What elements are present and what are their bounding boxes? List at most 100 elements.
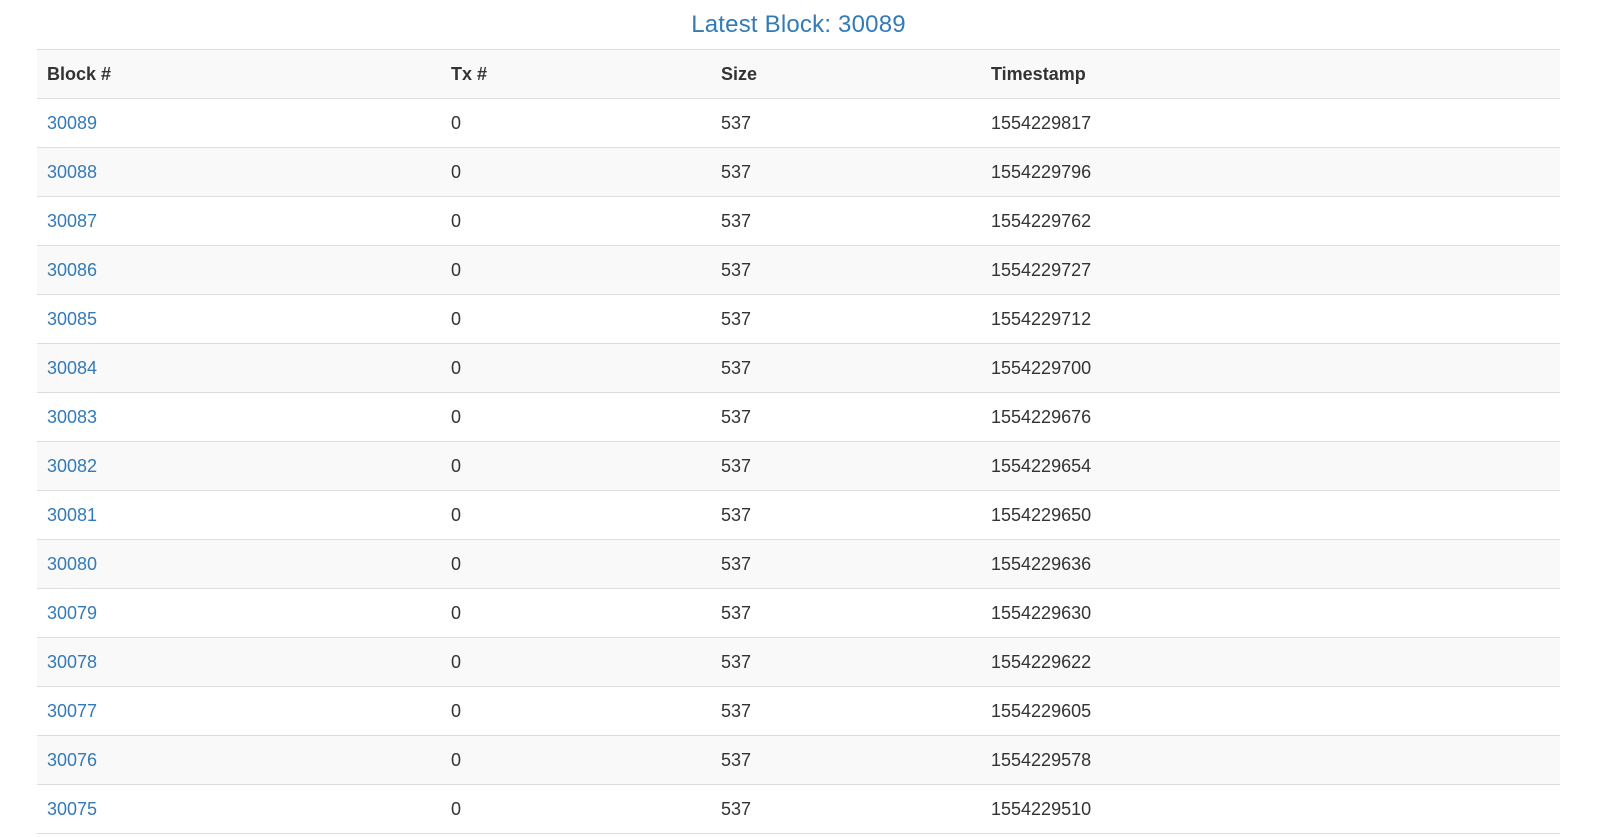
tx-count-cell: 0	[441, 392, 711, 442]
table-row: 30083 0 537 1554229676	[37, 392, 1560, 442]
timestamp-cell: 1554229654	[981, 441, 1560, 491]
table-row: 30089 0 537 1554229817	[37, 98, 1560, 148]
size-cell: 537	[711, 196, 981, 246]
timestamp-cell: 1554229727	[981, 245, 1560, 295]
timestamp-cell: 1554229605	[981, 686, 1560, 736]
table-body: 30089 0 537 1554229817 30088 0 537 1554229796 30…	[37, 98, 1560, 834]
block-link[interactable]: 30076	[47, 750, 97, 770]
block-link[interactable]: 30077	[47, 701, 97, 721]
timestamp-cell: 1554229817	[981, 98, 1560, 148]
block-link[interactable]: 30078	[47, 652, 97, 672]
block-number-cell: 30079	[37, 588, 441, 638]
column-header-tx: Tx #	[441, 49, 711, 99]
block-link[interactable]: 30089	[47, 113, 97, 133]
size-cell: 537	[711, 98, 981, 148]
tx-count-cell: 0	[441, 784, 711, 834]
table-row: 30084 0 537 1554229700	[37, 343, 1560, 393]
table-row: 30079 0 537 1554229630	[37, 588, 1560, 638]
table-row: 30080 0 537 1554229636	[37, 539, 1560, 589]
tx-count-cell: 0	[441, 245, 711, 295]
block-link[interactable]: 30087	[47, 211, 97, 231]
timestamp-cell: 1554229622	[981, 637, 1560, 687]
table-row: 30086 0 537 1554229727	[37, 245, 1560, 295]
table-row: 30088 0 537 1554229796	[37, 147, 1560, 197]
block-number-cell: 30089	[37, 98, 441, 148]
table-header: Block # Tx # Size Timestamp	[37, 49, 1560, 99]
timestamp-cell: 1554229578	[981, 735, 1560, 785]
block-link[interactable]: 30088	[47, 162, 97, 182]
tx-count-cell: 0	[441, 147, 711, 197]
tx-count-cell: 0	[441, 196, 711, 246]
block-number-cell: 30078	[37, 637, 441, 687]
tx-count-cell: 0	[441, 294, 711, 344]
block-link[interactable]: 30081	[47, 505, 97, 525]
timestamp-cell: 1554229712	[981, 294, 1560, 344]
block-number-cell: 30084	[37, 343, 441, 393]
size-cell: 537	[711, 588, 981, 638]
tx-count-cell: 0	[441, 686, 711, 736]
block-number-cell: 30085	[37, 294, 441, 344]
size-cell: 537	[711, 294, 981, 344]
tx-count-cell: 0	[441, 637, 711, 687]
block-explorer-page: Latest Block: 30089 Block # Tx # Size Ti…	[37, 0, 1560, 834]
tx-count-cell: 0	[441, 588, 711, 638]
timestamp-cell: 1554229510	[981, 784, 1560, 834]
tx-count-cell: 0	[441, 539, 711, 589]
table-row: 30081 0 537 1554229650	[37, 490, 1560, 540]
size-cell: 537	[711, 245, 981, 295]
blocks-table: Block # Tx # Size Timestamp 30089 0 537 155…	[37, 49, 1560, 834]
table-row: 30075 0 537 1554229510	[37, 784, 1560, 834]
block-number-cell: 30075	[37, 784, 441, 834]
block-number-cell: 30077	[37, 686, 441, 736]
block-link[interactable]: 30075	[47, 799, 97, 819]
block-number-cell: 30076	[37, 735, 441, 785]
block-link[interactable]: 30085	[47, 309, 97, 329]
size-cell: 537	[711, 637, 981, 687]
page-title: Latest Block: 30089	[691, 11, 906, 38]
timestamp-cell: 1554229636	[981, 539, 1560, 589]
tx-count-cell: 0	[441, 490, 711, 540]
block-link[interactable]: 30082	[47, 456, 97, 476]
timestamp-cell: 1554229762	[981, 196, 1560, 246]
timestamp-cell: 1554229676	[981, 392, 1560, 442]
table-row: 30076 0 537 1554229578	[37, 735, 1560, 785]
size-cell: 537	[711, 343, 981, 393]
size-cell: 537	[711, 784, 981, 834]
table-row: 30085 0 537 1554229712	[37, 294, 1560, 344]
size-cell: 537	[711, 147, 981, 197]
tx-count-cell: 0	[441, 98, 711, 148]
table-row: 30082 0 537 1554229654	[37, 441, 1560, 491]
block-link[interactable]: 30080	[47, 554, 97, 574]
block-number-cell: 30086	[37, 245, 441, 295]
size-cell: 537	[711, 539, 981, 589]
column-header-block: Block #	[37, 49, 441, 99]
block-link[interactable]: 30086	[47, 260, 97, 280]
timestamp-cell: 1554229700	[981, 343, 1560, 393]
block-link[interactable]: 30079	[47, 603, 97, 623]
size-cell: 537	[711, 686, 981, 736]
timestamp-cell: 1554229630	[981, 588, 1560, 638]
table-row: 30078 0 537 1554229622	[37, 637, 1560, 687]
block-link[interactable]: 30083	[47, 407, 97, 427]
size-cell: 537	[711, 441, 981, 491]
size-cell: 537	[711, 392, 981, 442]
block-number-cell: 30081	[37, 490, 441, 540]
table-row: 30077 0 537 1554229605	[37, 686, 1560, 736]
block-number-cell: 30082	[37, 441, 441, 491]
table-header-row: Block # Tx # Size Timestamp	[37, 49, 1560, 99]
block-number-cell: 30080	[37, 539, 441, 589]
column-header-timestamp: Timestamp	[981, 49, 1560, 99]
block-number-cell: 30087	[37, 196, 441, 246]
timestamp-cell: 1554229796	[981, 147, 1560, 197]
tx-count-cell: 0	[441, 343, 711, 393]
timestamp-cell: 1554229650	[981, 490, 1560, 540]
block-number-cell: 30088	[37, 147, 441, 197]
tx-count-cell: 0	[441, 441, 711, 491]
column-header-size: Size	[711, 49, 981, 99]
block-number-cell: 30083	[37, 392, 441, 442]
size-cell: 537	[711, 490, 981, 540]
table-row: 30087 0 537 1554229762	[37, 196, 1560, 246]
tx-count-cell: 0	[441, 735, 711, 785]
size-cell: 537	[711, 735, 981, 785]
block-link[interactable]: 30084	[47, 358, 97, 378]
